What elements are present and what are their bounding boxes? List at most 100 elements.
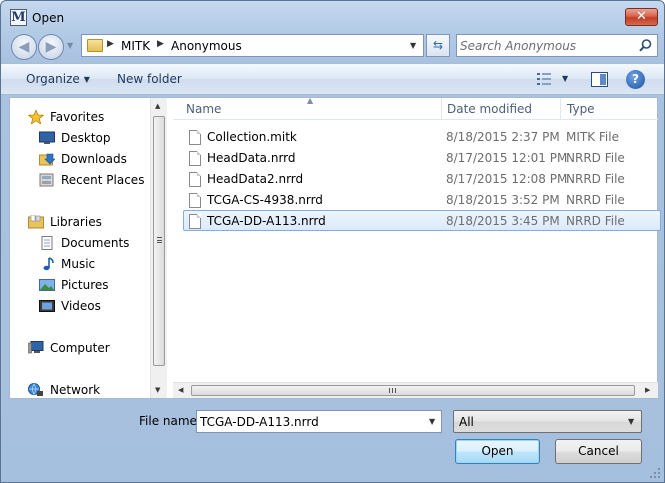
file-date: 8/18/2015 3:45 PM	[446, 214, 560, 228]
nav-pane-scrollbar[interactable]: ▲ ▼	[150, 98, 167, 398]
file-name: TCGA-CS-4938.nrrd	[207, 193, 323, 207]
app-icon: M	[10, 9, 27, 26]
file-type-filter-select[interactable]: All ▼	[453, 410, 642, 433]
search-input[interactable]	[460, 37, 632, 54]
folder-icon	[87, 39, 103, 52]
computer-icon	[28, 341, 44, 354]
file-row-selected[interactable]: TCGA-DD-A113.nrrd 8/18/2015 3:45 PM NRRD…	[183, 210, 661, 231]
resize-grip-icon[interactable]	[649, 467, 661, 479]
nav-item-network[interactable]: Network	[28, 380, 167, 398]
file-type: NRRD File	[566, 151, 625, 165]
cancel-button[interactable]: Cancel	[555, 439, 642, 464]
scroll-up-arrow-icon[interactable]: ▲	[155, 102, 160, 110]
nav-item-documents[interactable]: Documents	[39, 233, 167, 253]
file-date: 8/18/2015 2:37 PM	[446, 130, 560, 144]
nav-label: Desktop	[61, 131, 111, 145]
grip-icon	[157, 237, 162, 243]
breadcrumb-separator-icon[interactable]: ▶	[107, 39, 114, 49]
close-button[interactable]: ✕	[625, 8, 658, 26]
file-type: MITK File	[566, 130, 619, 144]
back-button[interactable]: ◀	[11, 34, 37, 60]
documents-icon	[41, 236, 53, 250]
change-view-icon[interactable]	[537, 73, 551, 85]
help-icon[interactable]: ?	[626, 70, 645, 89]
horizontal-scrollbar[interactable]: ◀ ▶	[173, 382, 658, 398]
file-name: HeadData.nrrd	[207, 151, 296, 165]
recent-locations-dropdown-icon[interactable]: ▼	[67, 41, 73, 50]
breadcrumb-anonymous[interactable]: Anonymous	[171, 39, 242, 53]
nav-item-favorites[interactable]: Favorites	[28, 107, 167, 127]
forward-button[interactable]: ▶	[38, 34, 64, 60]
nav-label: Favorites	[50, 110, 105, 124]
nav-item-desktop[interactable]: Desktop	[39, 128, 167, 148]
column-header-date-modified[interactable]: Date modified	[447, 102, 532, 116]
open-dialog: M Open ✕ ◀ ▶ ▼ ▶ MITK ▶ Anonymous ▼ ⇆ Or…	[0, 0, 665, 483]
file-icon	[189, 151, 201, 166]
nav-item-recent-places[interactable]: Recent Places	[39, 170, 167, 190]
nav-label: Network	[50, 383, 101, 397]
file-date: 8/18/2015 3:52 PM	[446, 193, 560, 207]
scroll-left-arrow-icon[interactable]: ◀	[178, 386, 183, 394]
pictures-icon	[39, 279, 55, 291]
new-folder-button[interactable]: New folder	[117, 72, 182, 86]
address-dropdown-icon[interactable]: ▼	[410, 41, 416, 50]
navigation-pane: Favorites Desktop Downloads Recent Place…	[10, 98, 167, 398]
search-box[interactable]	[456, 34, 658, 57]
file-type: NRRD File	[566, 214, 625, 228]
network-icon	[28, 383, 43, 396]
nav-item-music[interactable]: Music	[39, 254, 167, 274]
nav-item-computer[interactable]: Computer	[28, 338, 167, 358]
nav-item-videos[interactable]: Videos	[39, 296, 167, 316]
scroll-down-arrow-icon[interactable]: ▼	[155, 386, 160, 394]
file-row[interactable]: HeadData2.nrrd 8/17/2015 12:08 PM NRRD F…	[183, 168, 661, 189]
forward-arrow-icon: ▶	[45, 39, 57, 55]
nav-item-pictures[interactable]: Pictures	[39, 275, 167, 295]
refresh-button[interactable]: ⇆	[426, 34, 450, 57]
column-divider[interactable]	[441, 98, 442, 120]
command-bar: Organize ▼ New folder ▼ ?	[1, 63, 664, 95]
chevron-down-icon: ▼	[83, 75, 90, 84]
file-name-combobox[interactable]: ▼	[196, 410, 442, 433]
column-header-name[interactable]: Name	[186, 102, 221, 116]
scroll-right-arrow-icon[interactable]: ▶	[645, 386, 650, 394]
breadcrumb-separator-icon[interactable]: ▶	[157, 39, 164, 49]
back-arrow-icon: ◀	[18, 39, 30, 55]
file-date: 8/17/2015 12:01 PM	[446, 151, 568, 165]
file-name-dropdown-icon[interactable]: ▼	[429, 417, 435, 426]
organize-button[interactable]: Organize ▼	[26, 72, 90, 86]
file-type-filter-value: All	[459, 415, 474, 429]
address-bar[interactable]: ▶ MITK ▶ Anonymous ▼	[81, 34, 424, 57]
search-icon[interactable]	[638, 38, 653, 53]
view-options-dropdown-icon[interactable]: ▼	[562, 74, 568, 83]
file-row[interactable]: HeadData.nrrd 8/17/2015 12:01 PM NRRD Fi…	[183, 147, 661, 168]
nav-label: Libraries	[50, 215, 102, 229]
nav-label: Pictures	[61, 278, 109, 292]
scrollbar-thumb[interactable]	[191, 385, 635, 396]
file-name-label: File name:	[139, 414, 201, 428]
file-name-input[interactable]	[200, 413, 415, 430]
preview-pane-icon[interactable]	[591, 72, 608, 87]
nav-label: Computer	[50, 341, 110, 355]
nav-item-downloads[interactable]: Downloads	[39, 149, 167, 169]
chevron-down-icon: ▼	[628, 417, 635, 426]
nav-item-libraries[interactable]: Libraries	[28, 212, 167, 232]
file-name: HeadData2.nrrd	[207, 172, 304, 186]
file-date: 8/17/2015 12:08 PM	[446, 172, 568, 186]
open-button[interactable]: Open	[455, 439, 540, 464]
file-name: Collection.mitk	[207, 130, 297, 144]
downloads-icon	[39, 153, 55, 166]
column-header-type[interactable]: Type	[567, 102, 595, 116]
column-divider[interactable]	[560, 98, 561, 120]
nav-label: Recent Places	[61, 173, 145, 187]
file-row[interactable]: TCGA-CS-4938.nrrd 8/18/2015 3:52 PM NRRD…	[183, 189, 661, 210]
libraries-icon	[28, 215, 44, 229]
scrollbar-thumb[interactable]	[153, 116, 165, 366]
nav-label: Downloads	[61, 152, 127, 166]
title-bar[interactable]: M Open ✕	[1, 1, 664, 33]
videos-icon	[39, 300, 55, 312]
breadcrumb-mitk[interactable]: MITK	[121, 39, 150, 53]
star-icon	[28, 110, 44, 124]
file-name: TCGA-DD-A113.nrrd	[207, 214, 326, 228]
column-header-row: ▲ Name Date modified Type	[173, 96, 658, 120]
file-row[interactable]: Collection.mitk 8/18/2015 2:37 PM MITK F…	[183, 126, 661, 147]
